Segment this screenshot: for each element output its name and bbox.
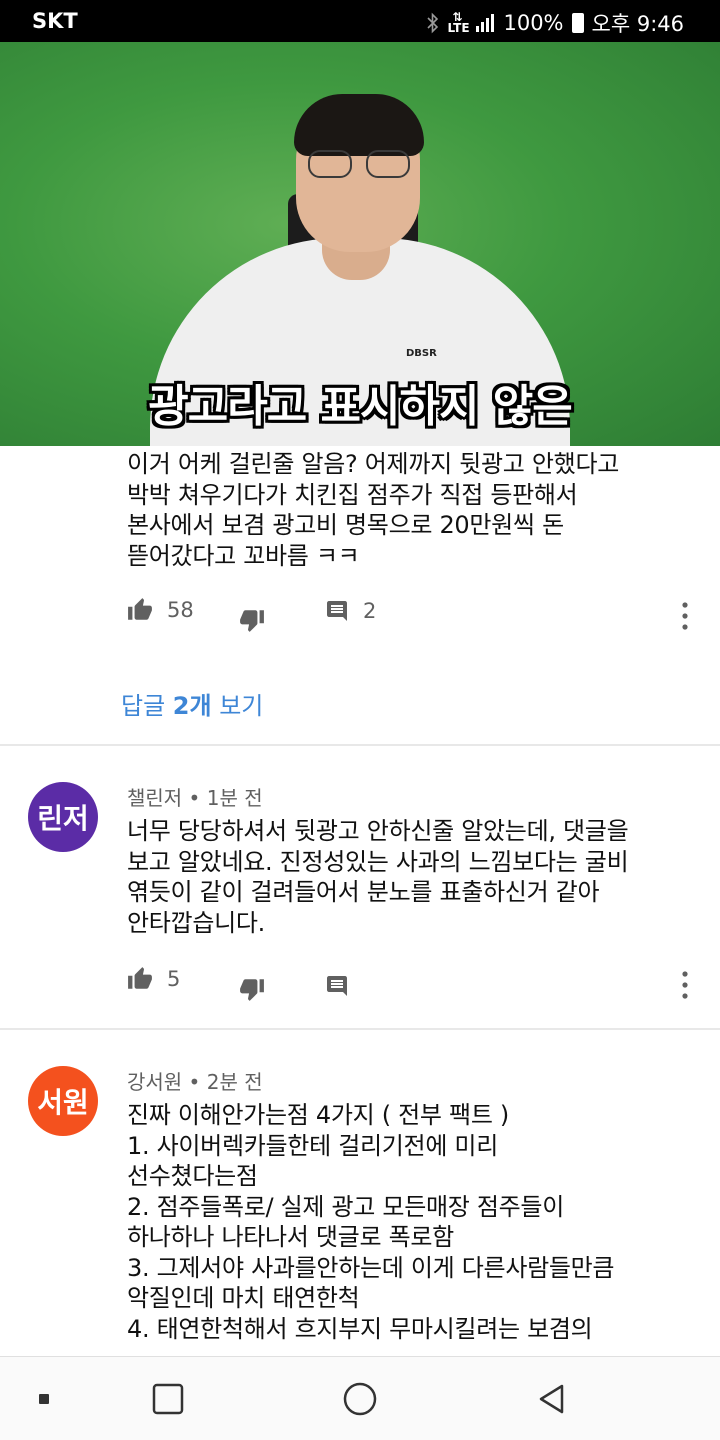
comment-divider: [0, 744, 720, 746]
view-replies-prefix: 답글: [121, 692, 173, 720]
comment-age: 1분 전: [206, 786, 263, 810]
more-options-icon[interactable]: [673, 968, 697, 1002]
comment-meta: 챌린저 • 1분 전: [127, 782, 263, 811]
system-nav-bar: [0, 1356, 720, 1440]
view-replies-suffix: 보기: [211, 692, 264, 720]
reply-button[interactable]: 2: [325, 599, 376, 623]
status-icons: ⇅ LTE 100% 오후 9:46: [427, 8, 684, 38]
video-caption: 광고라고 표시하지 않은: [148, 381, 572, 432]
comment-text: 이거 어케 걸린줄 알음? 어제까지 뒷광고 안했다고 박박 쳐우기다가 치킨집…: [127, 450, 620, 570]
video-player[interactable]: DBSR 광고라고 표시하지 않은: [0, 42, 720, 446]
recents-square-icon: [152, 1383, 184, 1415]
nav-back-button[interactable]: [532, 1379, 572, 1419]
nav-home-button[interactable]: [340, 1379, 380, 1419]
dislike-button[interactable]: [239, 976, 265, 1002]
shirt-logo: DBSR: [406, 348, 437, 359]
carrier-label: SKT: [32, 9, 78, 33]
avatar[interactable]: 린저: [28, 782, 98, 852]
avatar-initials: 서원: [37, 1086, 89, 1119]
more-options-icon[interactable]: [673, 599, 697, 633]
comment-meta: 강서원 • 2분 전: [127, 1066, 263, 1095]
like-count: 5: [167, 967, 181, 991]
back-triangle-icon: [539, 1384, 564, 1414]
presenter-glasses: [308, 150, 412, 180]
thumbs-down-icon: [240, 979, 264, 1001]
comment-author[interactable]: 챌린저: [127, 786, 182, 810]
reply-count: 2: [363, 599, 377, 623]
comment-author[interactable]: 강서원: [127, 1070, 182, 1094]
like-button[interactable]: 5: [127, 966, 180, 992]
comment-age: 2분 전: [206, 1070, 263, 1094]
avatar[interactable]: 서원: [28, 1066, 98, 1136]
nav-menu-button[interactable]: [24, 1379, 64, 1419]
like-count: 58: [167, 598, 194, 622]
home-circle-icon: [343, 1382, 377, 1416]
comment-reply-icon: [327, 601, 347, 621]
thumbs-up-icon: [128, 598, 152, 620]
nav-recents-button[interactable]: [148, 1379, 188, 1419]
battery-icon: [571, 13, 584, 33]
status-bar: SKT ⇅ LTE 100% 오후 9:46: [0, 0, 720, 42]
bluetooth-icon: [427, 12, 439, 34]
thumbs-up-icon: [128, 967, 152, 989]
meta-separator: •: [182, 1070, 207, 1094]
meta-separator: •: [182, 786, 207, 810]
signal-strength-icon: [476, 14, 495, 32]
dislike-button[interactable]: [239, 607, 265, 633]
view-replies-link[interactable]: 답글 2개 보기: [121, 686, 263, 721]
comment-text: 너무 당당하셔서 뒷광고 안하신줄 알았는데, 댓글을 보고 알았네요. 진정성…: [127, 817, 629, 937]
clock: 오후 9:46: [591, 12, 684, 36]
battery-percent: 100%: [503, 11, 564, 35]
menu-dot-icon: [39, 1394, 49, 1404]
thumbs-down-icon: [240, 610, 264, 632]
comment-divider: [0, 1028, 720, 1030]
avatar-initials: 린저: [37, 802, 89, 835]
reply-button[interactable]: [325, 974, 349, 998]
comment-actions: 58 2: [127, 597, 697, 637]
comment-text: 진짜 이해안가는점 4가지 ( 전부 팩트 ) 1. 사이버렉카들한테 걸리기전…: [127, 1101, 615, 1343]
comment-actions: 5: [127, 966, 697, 1006]
view-replies-count: 2개: [172, 692, 212, 720]
comment-reply-icon: [327, 976, 347, 996]
presenter-hair: [294, 94, 424, 156]
like-button[interactable]: 58: [127, 597, 194, 623]
lte-signal-icon: ⇅ LTE: [447, 10, 470, 35]
